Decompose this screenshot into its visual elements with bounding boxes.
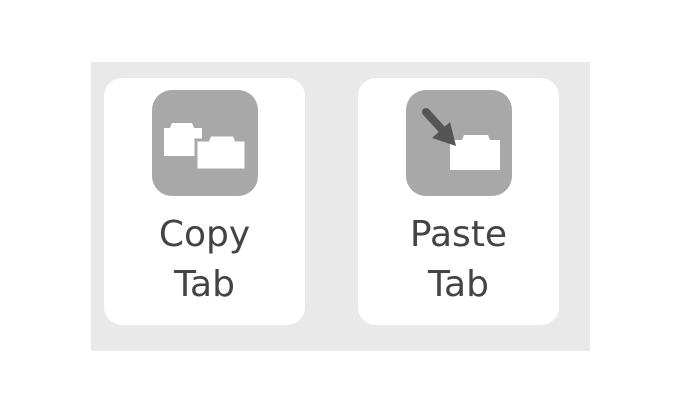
paste-tab-icon <box>406 90 512 196</box>
copy-tab-icon <box>152 90 258 196</box>
toolbar-panel: Copy Tab Paste Tab <box>91 62 590 351</box>
paste-tab-button[interactable]: Paste Tab <box>358 78 559 325</box>
copy-tab-button[interactable]: Copy Tab <box>104 78 305 325</box>
copy-tab-label-line1: Copy <box>158 214 251 255</box>
paste-arrow-icon <box>422 108 456 146</box>
paste-tab-label: Paste Tab <box>358 210 559 310</box>
copy-tab-label-line2: Tab <box>174 264 235 305</box>
paste-tab-label-line2: Tab <box>428 264 489 305</box>
copy-tab-label: Copy Tab <box>104 210 305 310</box>
paste-tab-label-line1: Paste <box>409 214 508 255</box>
